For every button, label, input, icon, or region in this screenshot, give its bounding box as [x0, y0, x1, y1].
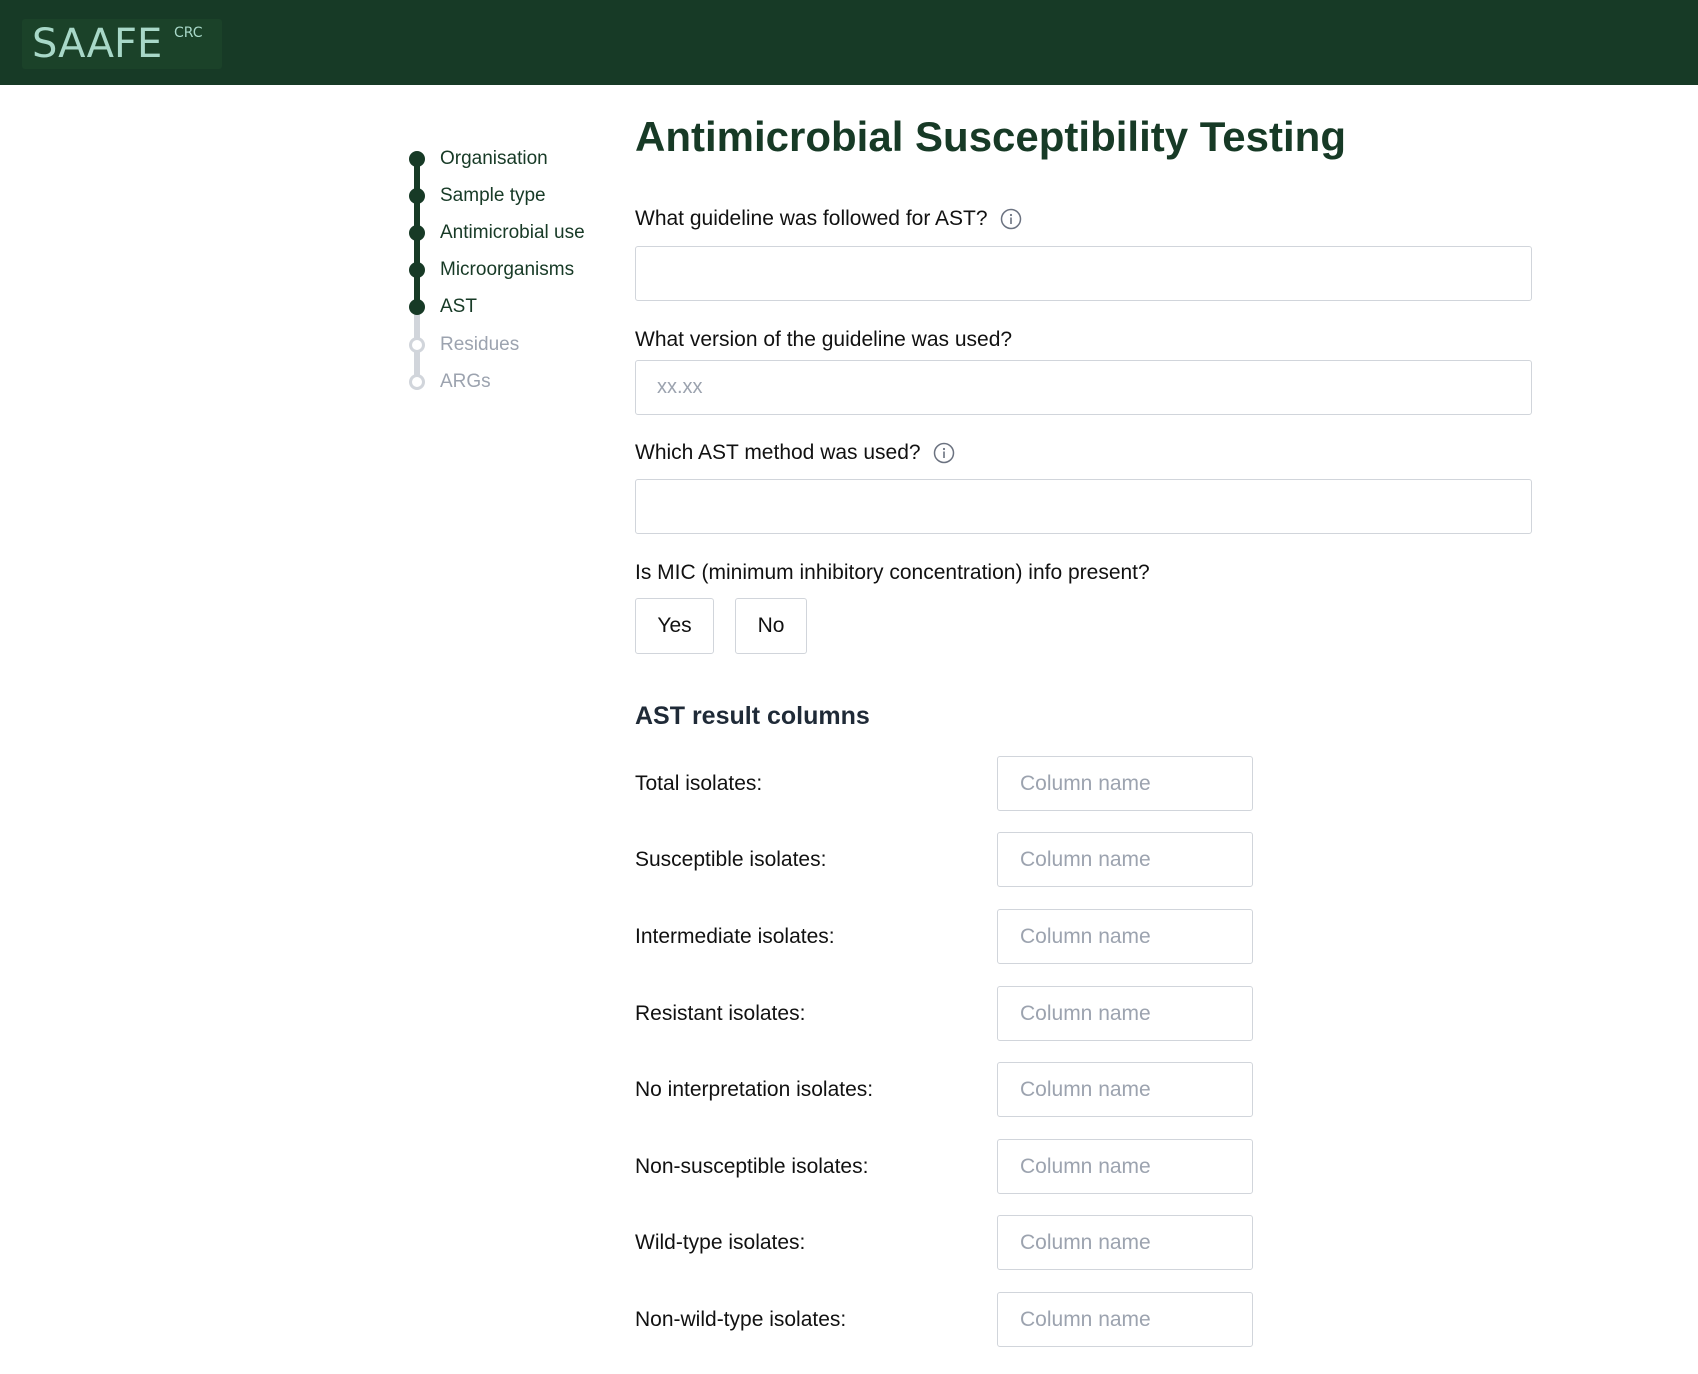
step-antimicrobial-use[interactable]: Antimicrobial use	[400, 216, 630, 246]
mic-yes-button[interactable]: Yes	[635, 598, 714, 654]
version-question-label: What version of the guideline was used?	[635, 328, 1013, 351]
step-label: AST	[440, 296, 477, 317]
step-pending-dot-icon	[409, 337, 425, 353]
guideline-version-input[interactable]	[635, 360, 1532, 415]
resistant-isolates-label: Resistant isolates:	[635, 1002, 806, 1025]
step-label: Residues	[440, 334, 520, 355]
step-label: ARGs	[440, 371, 491, 392]
step-pending-dot-icon	[409, 374, 425, 390]
wild-type-isolates-label: Wild-type isolates:	[635, 1231, 806, 1254]
page-title: Antimicrobial Susceptibility Testing	[635, 113, 1346, 160]
method-question-label: Which AST method was used?	[635, 440, 955, 466]
mic-no-button[interactable]: No	[735, 598, 807, 654]
step-microorganisms[interactable]: Microorganisms	[400, 253, 630, 283]
step-label: Antimicrobial use	[440, 222, 585, 243]
susceptible-isolates-column-input[interactable]	[997, 832, 1253, 887]
total-isolates-column-input[interactable]	[997, 756, 1253, 811]
wild-type-isolates-column-input[interactable]	[997, 1215, 1253, 1270]
non-wild-type-isolates-column-input[interactable]	[997, 1292, 1253, 1347]
no-interpretation-isolates-column-input[interactable]	[997, 1062, 1253, 1117]
non-susceptible-isolates-column-input[interactable]	[997, 1139, 1253, 1194]
saafe-crc-logo[interactable]: SAAFE CRC	[22, 19, 222, 69]
info-circle-icon[interactable]	[1000, 208, 1022, 230]
step-complete-dot-icon	[409, 188, 425, 204]
step-ast[interactable]: AST	[400, 290, 630, 320]
step-complete-dot-icon	[409, 262, 425, 278]
progress-stepper: Organisation Sample type Antimicrobial u…	[400, 142, 630, 402]
susceptible-isolates-label: Susceptible isolates:	[635, 848, 827, 871]
top-bar: SAAFE CRC	[0, 0, 1698, 85]
step-residues[interactable]: Residues	[400, 328, 630, 358]
resistant-isolates-column-input[interactable]	[997, 986, 1253, 1041]
mic-question-label: Is MIC (minimum inhibitory concentration…	[635, 561, 1150, 584]
ast-method-input[interactable]	[635, 479, 1532, 534]
logo-text: SAAFE	[32, 21, 163, 67]
method-question-text: Which AST method was used?	[635, 441, 921, 464]
step-complete-dot-icon	[409, 151, 425, 167]
guideline-question-label: What guideline was followed for AST?	[635, 206, 1022, 232]
non-wild-type-isolates-label: Non-wild-type isolates:	[635, 1308, 847, 1331]
ast-result-columns-heading: AST result columns	[635, 702, 870, 730]
step-sample-type[interactable]: Sample type	[400, 179, 630, 209]
guideline-input[interactable]	[635, 246, 1532, 301]
step-complete-dot-icon	[409, 299, 425, 315]
no-interpretation-isolates-label: No interpretation isolates:	[635, 1078, 874, 1101]
total-isolates-label: Total isolates:	[635, 772, 763, 795]
step-label: Organisation	[440, 148, 548, 169]
step-label: Microorganisms	[440, 259, 575, 280]
logo-superscript: CRC	[174, 25, 203, 41]
step-organisation[interactable]: Organisation	[400, 142, 630, 172]
step-label: Sample type	[440, 185, 546, 206]
intermediate-isolates-column-input[interactable]	[997, 909, 1253, 964]
non-susceptible-isolates-label: Non-susceptible isolates:	[635, 1155, 869, 1178]
intermediate-isolates-label: Intermediate isolates:	[635, 925, 835, 948]
step-complete-dot-icon	[409, 225, 425, 241]
info-circle-icon[interactable]	[933, 442, 955, 464]
step-args[interactable]: ARGs	[400, 365, 630, 395]
guideline-question-text: What guideline was followed for AST?	[635, 207, 988, 230]
